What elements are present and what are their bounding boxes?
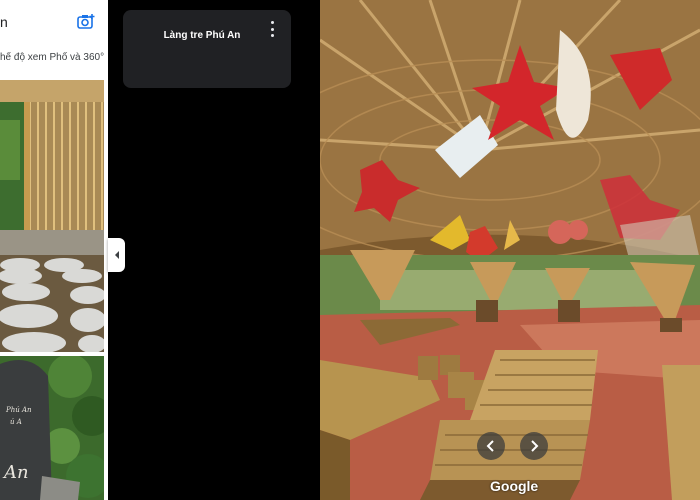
chevron-left-icon xyxy=(114,251,119,259)
bamboo-pavilion-image xyxy=(320,0,700,500)
add-photo-camera-icon[interactable] xyxy=(76,12,96,32)
street-view-mode-label[interactable]: hế độ xem Phố và 360° xyxy=(0,52,104,63)
next-photo-button[interactable] xyxy=(520,432,548,460)
stone-text-line: ú A xyxy=(10,418,22,426)
photo-thumbnail[interactable]: Phú An ú A An xyxy=(0,356,104,500)
street-view-panorama[interactable] xyxy=(320,0,700,500)
photo-thumbnail[interactable] xyxy=(0,80,104,352)
collapse-side-panel-button[interactable] xyxy=(108,238,125,272)
side-panel-header: n xyxy=(0,0,108,44)
more-vert-icon[interactable] xyxy=(266,21,278,37)
chevron-left-icon xyxy=(486,440,494,452)
stone-text-line: Phú An xyxy=(6,406,32,414)
google-attribution: Google xyxy=(490,478,539,494)
chevron-right-icon xyxy=(531,440,539,452)
previous-photo-button[interactable] xyxy=(477,432,505,460)
place-title: n xyxy=(0,14,8,30)
bamboo-gate-photo xyxy=(0,80,104,352)
place-card-title[interactable]: Làng tre Phú An xyxy=(123,30,281,41)
street-view-screen: n hế độ xem Phố và 360° Phú An ú A An Là… xyxy=(0,0,700,500)
side-panel: n hế độ xem Phố và 360° Phú An ú A An xyxy=(0,0,108,500)
stone-text-line: An xyxy=(4,462,29,483)
